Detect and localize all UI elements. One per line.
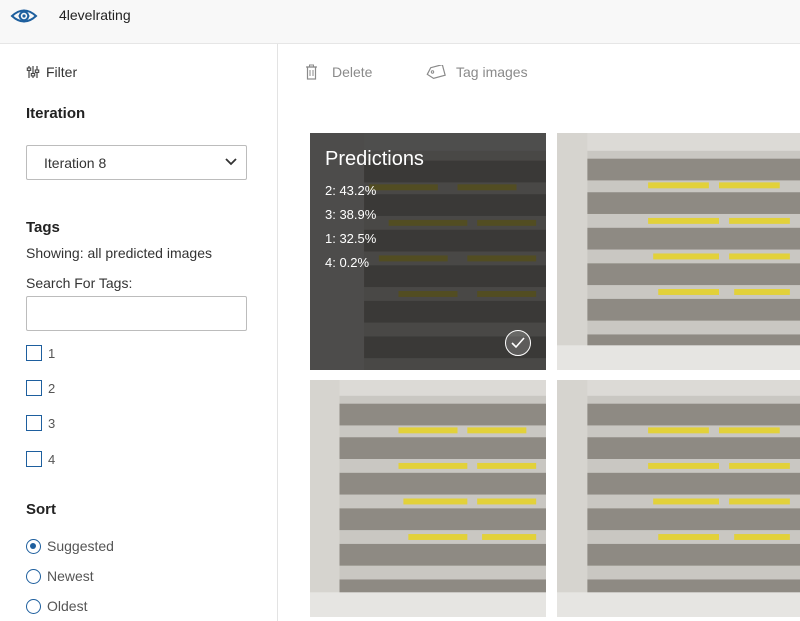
tag-label: 2 [48,380,56,396]
sort-option-suggested[interactable]: Suggested [26,537,114,555]
prediction-line: 3: 38.9% [325,207,377,222]
tag-label: 3 [48,415,56,431]
select-checkmark-button[interactable] [505,330,531,356]
sort-option-newest[interactable]: Newest [26,567,94,585]
checkbox[interactable] [26,345,42,361]
eye-icon[interactable] [10,4,38,28]
tag-checkbox-4[interactable]: 4 [26,450,55,468]
prediction-line: 4: 0.2% [325,255,370,270]
tag-checkbox-2[interactable]: 2 [26,379,55,397]
image-tile[interactable]: Predictions 2: 43.2% 3: 38.9% 1: 32.5% 4… [310,133,546,370]
iteration-heading: Iteration [26,105,86,122]
showing-status: Showing: all predicted images [26,245,212,261]
delete-label: Delete [332,64,373,80]
tag-checkbox-3[interactable]: 3 [26,414,55,432]
filter-toggle[interactable]: Filter [26,63,77,81]
top-bar: 4levelrating [0,0,800,44]
prediction-line: 2: 43.2% [325,183,377,198]
prediction-line: 1: 32.5% [325,231,377,246]
store-shelf-image [557,133,800,370]
image-tile[interactable] [557,380,800,617]
sort-heading: Sort [26,501,56,518]
tag-label: 1 [48,345,56,361]
checkbox[interactable] [26,380,42,396]
radio-button[interactable] [26,538,41,554]
sliders-icon [26,66,40,78]
search-tags-label: Search For Tags: [26,275,133,291]
sort-label: Oldest [47,598,88,614]
radio-button[interactable] [26,568,41,584]
image-tile[interactable] [310,380,546,617]
image-tile[interactable] [557,133,800,370]
project-title[interactable]: 4levelrating [59,7,131,23]
checkbox[interactable] [26,451,42,467]
tags-heading: Tags [26,219,60,236]
tag-images-button[interactable]: Tag images [426,63,528,81]
iteration-selected-value: Iteration 8 [44,155,107,171]
filter-sidebar: Filter Iteration Iteration 8 Tags Showin… [0,44,278,621]
tag-icon [426,65,446,79]
prediction-overlay: Predictions 2: 43.2% 3: 38.9% 1: 32.5% 4… [310,133,546,370]
sort-label: Newest [47,568,94,584]
delete-button[interactable]: Delete [305,63,372,81]
store-shelf-image [557,380,800,617]
tag-images-label: Tag images [456,64,528,80]
checkbox[interactable] [26,415,42,431]
radio-button[interactable] [26,598,41,614]
iteration-dropdown[interactable]: Iteration 8 [26,145,247,180]
search-tags-input[interactable] [26,296,247,331]
sort-option-oldest[interactable]: Oldest [26,597,87,615]
checkmark-icon [511,337,525,349]
tag-label: 4 [48,451,56,467]
filter-label: Filter [46,64,78,80]
trash-icon [306,64,317,80]
sort-label: Suggested [47,538,114,554]
tag-checkbox-1[interactable]: 1 [26,344,55,362]
predictions-title: Predictions [325,148,424,170]
store-shelf-image [310,380,546,617]
chevron-down-icon [225,158,237,166]
